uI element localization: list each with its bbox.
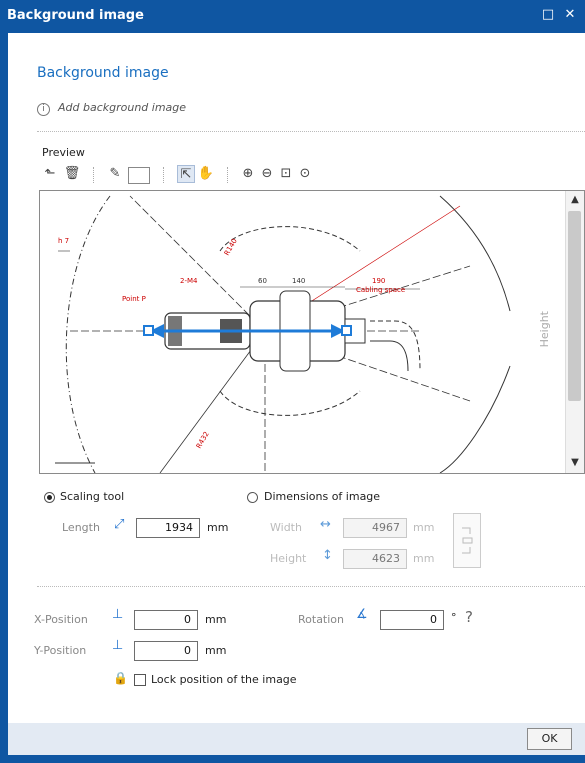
load-image-icon[interactable]: ⬑ — [41, 165, 59, 183]
x-position-input[interactable]: 0 — [134, 610, 198, 630]
dialog-content: Background image i Add background image P… — [8, 33, 585, 755]
drawing-label: 60 — [258, 277, 267, 285]
y-axis-icon: ⊥ — [112, 638, 124, 653]
preview-toolbar: ⬑ 🗑 ✎ ⇱ ✋ ⊕ ⊖ ⊡ ⊙ — [39, 163, 585, 188]
close-icon[interactable]: ✕ — [561, 5, 579, 25]
zoom-out-icon[interactable]: ⊖ — [258, 165, 276, 183]
height-arrows-icon: ↕ — [322, 548, 333, 563]
dimensions-radio[interactable] — [247, 492, 258, 503]
x-axis-icon: ⊥ — [112, 607, 124, 622]
info-icon: i — [37, 103, 50, 116]
chain-link-icon — [462, 527, 473, 554]
drawing-label: 2-M4 — [180, 277, 198, 285]
help-icon[interactable]: ? — [465, 608, 473, 626]
rotation-unit: ° — [451, 611, 457, 624]
page-title: Background image — [37, 65, 169, 81]
scroll-down-icon[interactable]: ▼ — [566, 457, 584, 468]
toolbar-separator — [163, 167, 164, 183]
link-aspect-button[interactable] — [453, 513, 481, 568]
x-position-label: X-Position — [34, 613, 88, 626]
scaling-tool-label: Scaling tool — [60, 490, 125, 503]
drawing-label: 140 — [292, 277, 305, 285]
x-position-unit: mm — [205, 613, 227, 626]
color-picker-icon[interactable]: ✎ — [106, 165, 124, 183]
zoom-in-icon[interactable]: ⊕ — [239, 165, 257, 183]
ok-button[interactable]: OK — [527, 728, 572, 750]
width-arrows-icon: ↔ — [320, 517, 331, 532]
add-background-image-label: Add background image — [58, 101, 187, 114]
trash-icon[interactable]: 🗑 — [63, 165, 81, 183]
drawing-label: R140 — [223, 237, 239, 257]
zoom-selection-icon[interactable]: ⊙ — [296, 165, 314, 183]
scaling-tool-radio[interactable] — [44, 492, 55, 503]
drawing-label: Cabling space — [356, 286, 405, 294]
color-swatch[interactable] — [128, 167, 150, 184]
divider — [37, 131, 585, 132]
pan-hand-icon[interactable]: ✋ — [197, 165, 215, 183]
height-side-label: Height — [538, 311, 551, 348]
rotation-input[interactable]: 0 — [380, 610, 444, 630]
maximize-icon[interactable]: □ — [539, 5, 557, 25]
dimensions-label: Dimensions of image — [264, 490, 381, 503]
preview-canvas[interactable]: h 7 Point P 2-M4 R140 60 140 190 Cabling… — [39, 190, 585, 474]
y-position-input[interactable]: 0 — [134, 641, 198, 661]
window-title: Background image — [7, 8, 144, 23]
width-label: Width — [270, 521, 302, 534]
length-input[interactable]: 1934 — [136, 518, 200, 538]
preview-label: Preview — [42, 146, 85, 159]
dialog-footer: OK — [8, 723, 585, 755]
measure-icon: ⤢ — [114, 517, 125, 532]
width-unit: mm — [413, 521, 435, 534]
select-arrow-icon[interactable]: ⇱ — [177, 165, 195, 183]
divider — [37, 586, 585, 587]
y-position-label: Y-Position — [34, 644, 87, 657]
height-unit: mm — [413, 552, 435, 565]
rotation-label: Rotation — [298, 613, 345, 626]
title-bar: Background image □ ✕ — [0, 0, 585, 33]
lock-position-checkbox[interactable] — [134, 674, 146, 686]
lock-position-label: Lock position of the image — [151, 673, 297, 686]
height-input[interactable]: 4623 — [343, 549, 407, 569]
drawing-label: 190 — [372, 277, 385, 285]
drawing-label: h 7 — [58, 237, 69, 245]
length-unit: mm — [207, 521, 229, 534]
add-background-image-link[interactable]: i Add background image — [37, 101, 186, 116]
lock-icon: 🔒 — [113, 671, 128, 685]
height-label: Height — [270, 552, 307, 565]
length-label: Length — [62, 521, 100, 534]
vertical-scrollbar[interactable]: ▲ ▼ — [565, 191, 584, 473]
scroll-thumb[interactable] — [568, 211, 581, 401]
width-input[interactable]: 4967 — [343, 518, 407, 538]
toolbar-separator — [227, 167, 228, 183]
zoom-fit-icon[interactable]: ⊡ — [277, 165, 295, 183]
drawing-label: R432 — [195, 430, 211, 450]
rotation-angle-icon: ∡ — [356, 607, 368, 622]
toolbar-separator — [93, 167, 94, 183]
background-drawing: h 7 Point P 2-M4 R140 60 140 190 Cabling… — [55, 195, 511, 473]
drawing-label: Point P — [122, 295, 146, 303]
scroll-up-icon[interactable]: ▲ — [566, 194, 584, 205]
y-position-unit: mm — [205, 644, 227, 657]
